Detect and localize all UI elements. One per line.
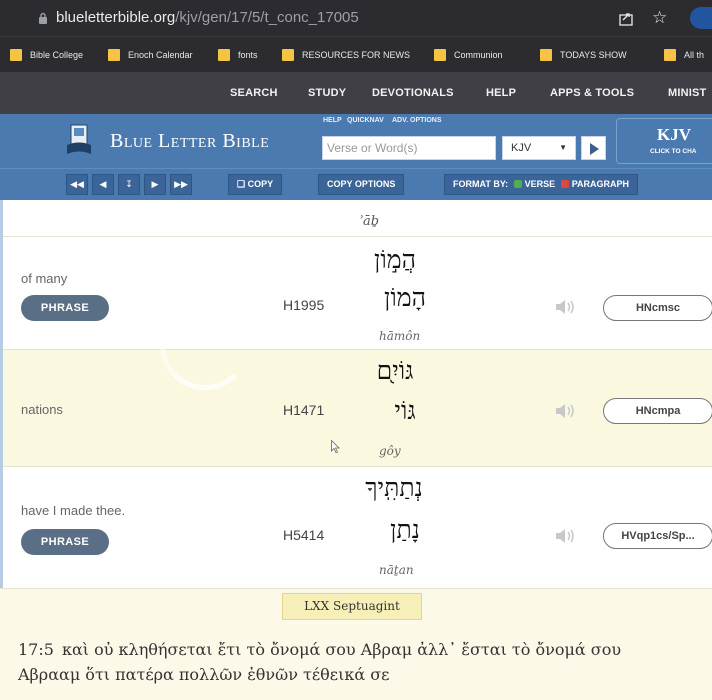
last-chapter-button[interactable]: ▶▶: [170, 174, 192, 195]
morphology-button[interactable]: HNcmsc: [603, 295, 712, 321]
site-logo-text[interactable]: Blue Letter Bible: [110, 130, 269, 153]
bookmark-item[interactable]: Communion: [434, 48, 503, 62]
phrase-button[interactable]: PHRASE: [21, 529, 109, 555]
lxx-section: LXX Septuagint 17:5 καὶ οὐ κληθήσεται ἔτι…: [0, 588, 712, 700]
verse-toolbar: ◀◀ ◀ ↧ ▶ ▶▶ ❏ COPY COPY OPTIONS FORMAT B…: [0, 168, 712, 200]
verse-reference[interactable]: 17:5: [18, 640, 54, 659]
adv-options-link[interactable]: ADV. OPTIONS: [392, 117, 442, 124]
hebrew-text: הֲמ֣וֹן: [374, 245, 416, 274]
bookmark-item[interactable]: Bible College: [10, 48, 83, 62]
nav-ministries[interactable]: MINIST: [668, 87, 706, 99]
phrase-button[interactable]: PHRASE: [21, 295, 109, 321]
hebrew-root: הָמוֹן: [384, 283, 426, 312]
bookmark-item[interactable]: Enoch Calendar: [108, 48, 193, 62]
copy-button[interactable]: ❏ COPY: [228, 174, 283, 195]
search-input[interactable]: [322, 136, 496, 160]
morphology-button[interactable]: HVqp1cs/Sp...: [603, 523, 712, 549]
transliteration: ʾāḇ: [359, 214, 380, 229]
speaker-icon[interactable]: [554, 298, 576, 316]
bookmark-star-icon[interactable]: ☆: [652, 8, 667, 28]
hebrew-text: גּוֹיִ֖ם: [376, 356, 414, 385]
mouse-cursor-icon: [331, 440, 340, 453]
folder-icon: [540, 49, 552, 61]
paragraph-radio[interactable]: [560, 180, 569, 188]
lock-icon: [39, 12, 47, 24]
strongs-number[interactable]: H1995: [283, 297, 324, 313]
share-icon[interactable]: [618, 10, 634, 26]
nav-devotionals[interactable]: DEVOTIONALS: [372, 87, 454, 99]
table-row: nations H1471 גּוֹיִ֖ם גּוֹי gôy HNcmpa: [3, 349, 712, 466]
version-select[interactable]: KJV ▼: [502, 136, 576, 160]
site-top-nav: SEARCH STUDY DEVOTIONALS HELP APPS & TOO…: [0, 72, 712, 114]
bookmarks-bar: Bible College Enoch Calendar fonts RESOU…: [0, 36, 712, 72]
transliteration: nāṯan: [379, 563, 414, 577]
url-bar[interactable]: blueletterbible.org/kjv/gen/17/5/t_conc_…: [56, 9, 359, 26]
hebrew-root: נָתַן: [390, 515, 420, 544]
folder-icon: [218, 49, 230, 61]
strongs-number[interactable]: H5414: [283, 527, 324, 543]
verse-radio[interactable]: [513, 180, 522, 188]
bookmark-item[interactable]: All th: [664, 48, 704, 62]
lxx-verse-text: 17:5 καὶ οὐ κληθήσεται ἔτι τὸ ὄνομά σου Α…: [18, 640, 622, 684]
first-chapter-button[interactable]: ◀◀: [66, 174, 88, 195]
folder-icon: [664, 49, 676, 61]
lxx-tab[interactable]: LXX Septuagint: [282, 593, 422, 620]
next-verse-button[interactable]: ▶: [144, 174, 166, 195]
help-link[interactable]: HELP: [323, 117, 342, 124]
speaker-icon[interactable]: [554, 402, 576, 420]
bookmark-item[interactable]: RESOURCES FOR NEWS: [282, 48, 410, 62]
folder-icon: [434, 49, 446, 61]
transliteration: hāmôn: [379, 329, 421, 343]
verse-option[interactable]: VERSE: [525, 179, 556, 189]
bible-logo-icon[interactable]: [66, 123, 92, 157]
caret-down-icon: ▼: [559, 143, 567, 152]
morphology-button[interactable]: HNcmpa: [603, 398, 712, 424]
bookmark-item[interactable]: TODAYS SHOW: [540, 48, 627, 62]
nav-help[interactable]: HELP: [486, 87, 516, 99]
speaker-icon[interactable]: [554, 527, 576, 545]
loading-spinner-icon: [160, 300, 250, 390]
hebrew-text: נְתַתִּֽיךָ: [365, 473, 423, 502]
bookmark-item[interactable]: fonts: [218, 48, 258, 62]
folder-icon: [108, 49, 120, 61]
strongs-number[interactable]: H1471: [283, 402, 324, 418]
english-word: have I made thee.: [21, 503, 126, 518]
format-by-bar: FORMAT BY: VERSE PARAGRAPH: [444, 174, 639, 195]
url-host: blueletterbible.org: [56, 9, 176, 26]
english-word: of many: [21, 271, 68, 286]
url-path: /kjv/gen/17/5/t_conc_17005: [175, 9, 359, 26]
go-button[interactable]: [581, 136, 606, 160]
blb-header: Blue Letter Bible HELP QUICKNAV ADV. OPT…: [0, 114, 712, 168]
transliteration: gôy: [379, 444, 401, 458]
folder-icon: [282, 49, 294, 61]
nav-search[interactable]: SEARCH: [230, 87, 278, 99]
english-word: nations: [21, 402, 63, 417]
version-banner[interactable]: KJV CLICK TO CHA: [616, 118, 712, 164]
table-row: have I made thee. PHRASE H5414 נְתַתִּֽי…: [3, 466, 712, 588]
quicknav-link[interactable]: QUICKNAV: [347, 117, 384, 124]
folder-icon: [10, 49, 22, 61]
jump-button[interactable]: ↧: [118, 174, 140, 195]
paragraph-option[interactable]: PARAGRAPH: [572, 179, 629, 189]
nav-apps-tools[interactable]: APPS & TOOLS: [550, 87, 634, 99]
nav-study[interactable]: STUDY: [308, 87, 346, 99]
copy-options-button[interactable]: COPY OPTIONS: [318, 174, 405, 195]
browser-address-bar: blueletterbible.org/kjv/gen/17/5/t_conc_…: [0, 0, 712, 36]
prev-verse-button[interactable]: ◀: [92, 174, 114, 195]
extension-icon[interactable]: [690, 7, 712, 29]
table-row: of many PHRASE H1995 הֲמ֣וֹן הָמוֹן hāmô…: [3, 236, 712, 349]
hebrew-root: גּוֹי: [394, 396, 416, 425]
